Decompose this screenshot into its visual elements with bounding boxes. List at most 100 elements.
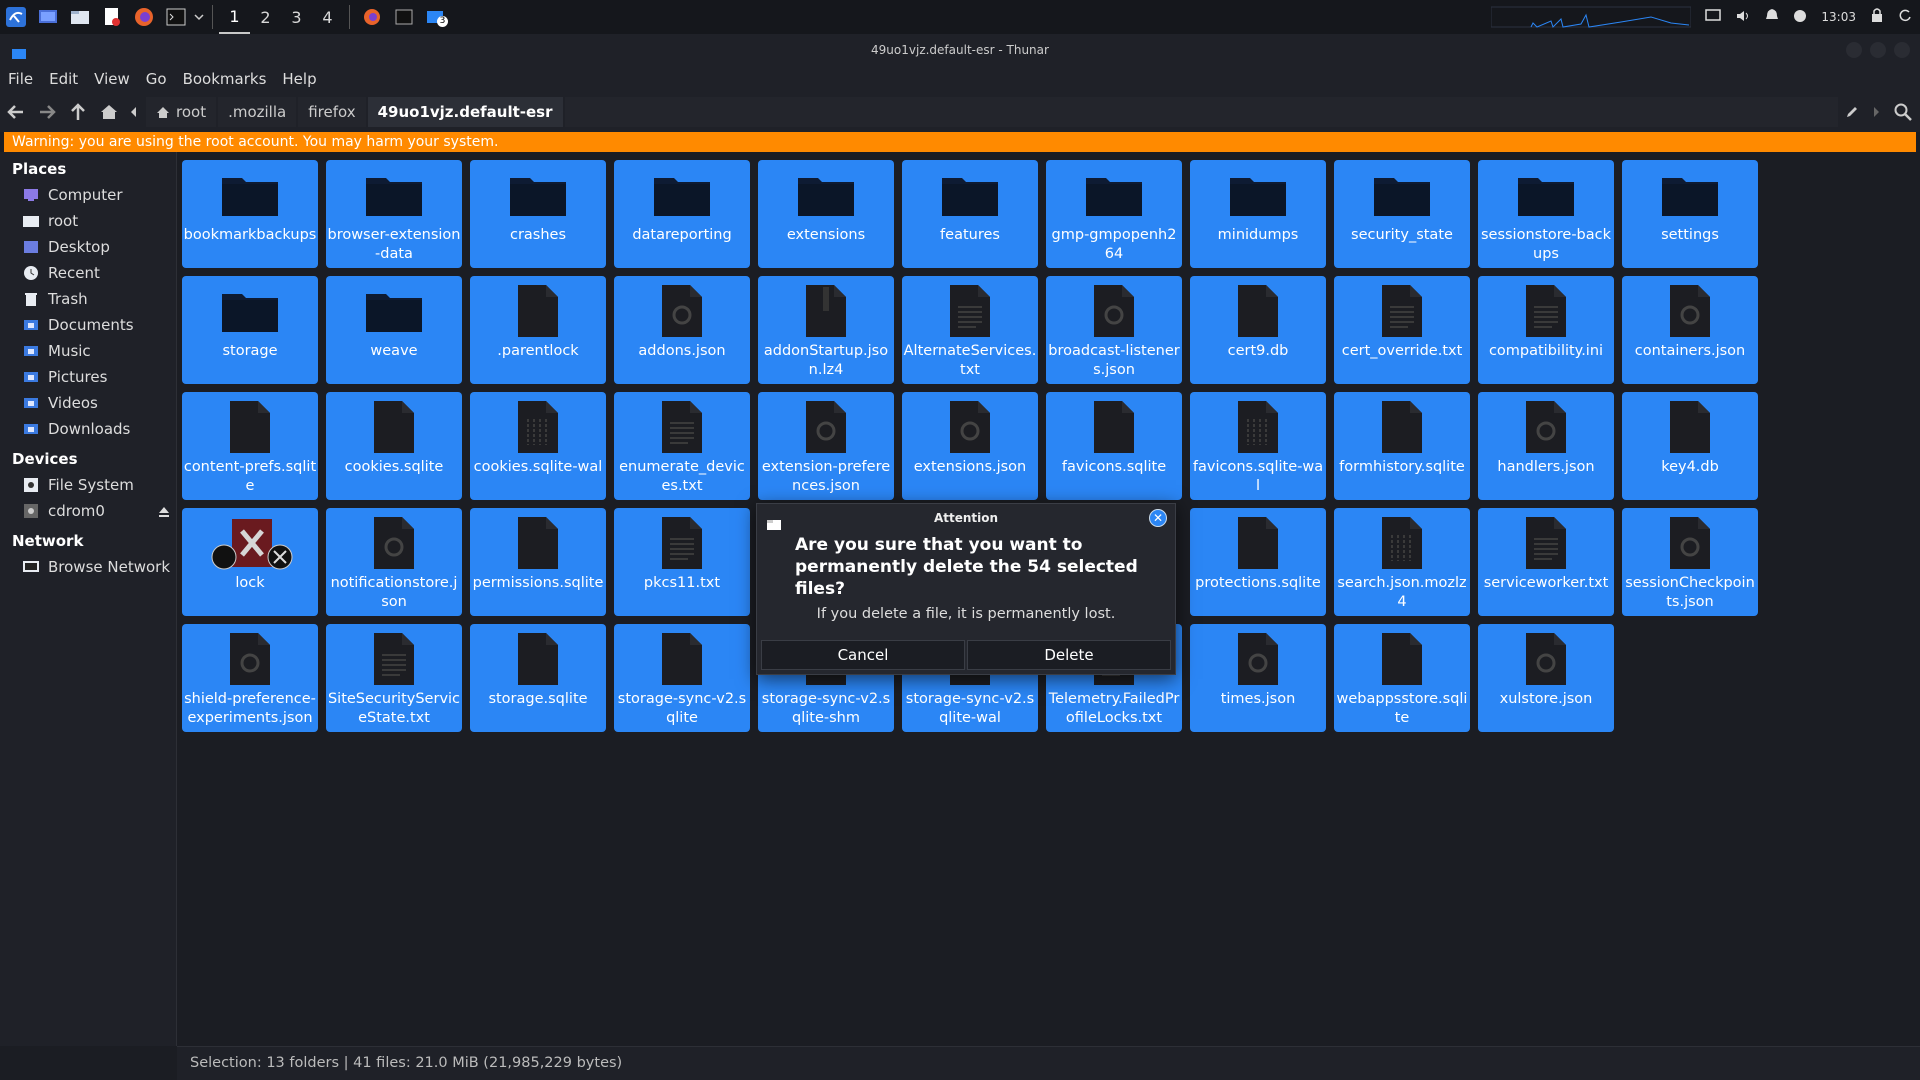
- folder-item[interactable]: storage: [182, 276, 318, 384]
- parent-folder-button[interactable]: [62, 92, 93, 132]
- file-item[interactable]: serviceworker.txt: [1478, 508, 1614, 616]
- file-item[interactable]: cookies.sqlite-wal: [470, 392, 606, 500]
- back-button[interactable]: [0, 92, 31, 132]
- file-item[interactable]: favicons.sqlite-wal: [1190, 392, 1326, 500]
- delete-button[interactable]: Delete: [967, 640, 1171, 670]
- breadcrumb-firefox[interactable]: firefox: [298, 97, 366, 127]
- sidebar-item-recent[interactable]: Recent: [0, 260, 176, 286]
- logout-icon[interactable]: [1898, 8, 1912, 27]
- file-item[interactable]: enumerate_devices.txt: [614, 392, 750, 500]
- file-item[interactable]: addonStartup.json.lz4: [758, 276, 894, 384]
- folder-item[interactable]: minidumps: [1190, 160, 1326, 268]
- breadcrumb-current[interactable]: 49uo1vjz.default-esr: [367, 97, 563, 127]
- file-item[interactable]: extension-preferences.json: [758, 392, 894, 500]
- edit-location-button[interactable]: [1838, 92, 1866, 132]
- folder-item[interactable]: datareporting: [614, 160, 750, 268]
- file-item[interactable]: storage-sync-v2.sqlite: [614, 624, 750, 732]
- file-item[interactable]: pkcs11.txt: [614, 508, 750, 616]
- thunar-window-icon[interactable]: 3: [420, 0, 452, 34]
- workspace-3[interactable]: 3: [281, 0, 312, 34]
- chevron-down-icon[interactable]: [192, 0, 206, 34]
- sidebar-item-trash[interactable]: Trash: [0, 286, 176, 312]
- menu-bookmarks[interactable]: Bookmarks: [183, 70, 267, 88]
- file-item[interactable]: handlers.json: [1478, 392, 1614, 500]
- file-item[interactable]: protections.sqlite: [1190, 508, 1326, 616]
- folder-item[interactable]: crashes: [470, 160, 606, 268]
- file-item[interactable]: containers.json: [1622, 276, 1758, 384]
- breadcrumb-scroll-right[interactable]: [1866, 92, 1886, 132]
- maximize-button[interactable]: [1870, 42, 1886, 58]
- file-item[interactable]: addons.json: [614, 276, 750, 384]
- sidebar-item-desktop[interactable]: Desktop: [0, 234, 176, 260]
- menu-file[interactable]: File: [8, 70, 33, 88]
- sidebar-item-root[interactable]: root: [0, 208, 176, 234]
- menu-view[interactable]: View: [94, 70, 130, 88]
- folder-item[interactable]: extensions: [758, 160, 894, 268]
- file-item[interactable]: .parentlock: [470, 276, 606, 384]
- folder-item[interactable]: security_state: [1334, 160, 1470, 268]
- firefox-window-icon[interactable]: [356, 0, 388, 34]
- file-item[interactable]: permissions.sqlite: [470, 508, 606, 616]
- folder-item[interactable]: bookmarkbackups: [182, 160, 318, 268]
- sidebar-item-videos[interactable]: Videos: [0, 390, 176, 416]
- dialog-titlebar[interactable]: Attention ✕: [757, 504, 1175, 532]
- file-manager-launcher-icon[interactable]: [64, 0, 96, 34]
- file-item[interactable]: notificationstore.json: [326, 508, 462, 616]
- breadcrumb-root[interactable]: root: [146, 97, 217, 127]
- breadcrumb-mozilla[interactable]: .mozilla: [218, 97, 297, 127]
- sidebar-item-file-system[interactable]: File System: [0, 472, 176, 498]
- file-item[interactable]: compatibility.ini: [1478, 276, 1614, 384]
- file-item[interactable]: cert9.db: [1190, 276, 1326, 384]
- firefox-launcher-icon[interactable]: [128, 0, 160, 34]
- file-item[interactable]: formhistory.sqlite: [1334, 392, 1470, 500]
- menu-help[interactable]: Help: [282, 70, 316, 88]
- file-item[interactable]: favicons.sqlite: [1046, 392, 1182, 500]
- sidebar-item-computer[interactable]: Computer: [0, 182, 176, 208]
- volume-icon[interactable]: [1735, 8, 1751, 27]
- workspace-1[interactable]: 1: [219, 0, 250, 34]
- file-item[interactable]: sessionCheckpoints.json: [1622, 508, 1758, 616]
- sidebar-item-downloads[interactable]: Downloads: [0, 416, 176, 442]
- file-item[interactable]: times.json: [1190, 624, 1326, 732]
- home-button[interactable]: [93, 92, 124, 132]
- cancel-button[interactable]: Cancel: [761, 640, 965, 670]
- forward-button[interactable]: [31, 92, 62, 132]
- folder-item[interactable]: settings: [1622, 160, 1758, 268]
- file-item[interactable]: lock: [182, 508, 318, 616]
- folder-item[interactable]: features: [902, 160, 1038, 268]
- file-item[interactable]: key4.db: [1622, 392, 1758, 500]
- window-titlebar[interactable]: 49uo1vjz.default-esr - Thunar: [0, 34, 1920, 66]
- file-item[interactable]: cookies.sqlite: [326, 392, 462, 500]
- text-editor-launcher-icon[interactable]: [96, 0, 128, 34]
- sidebar-item-documents[interactable]: Documents: [0, 312, 176, 338]
- sidebar-item-cdrom0[interactable]: cdrom0: [0, 498, 176, 524]
- sidebar-item-music[interactable]: Music: [0, 338, 176, 364]
- dialog-close-button[interactable]: ✕: [1149, 509, 1167, 527]
- eject-icon[interactable]: [158, 504, 170, 522]
- workspace-4[interactable]: 4: [312, 0, 343, 34]
- file-item[interactable]: SiteSecurityServiceState.txt: [326, 624, 462, 732]
- menu-edit[interactable]: Edit: [49, 70, 78, 88]
- sidebar-item-browse-network[interactable]: Browse Network: [0, 554, 176, 580]
- search-button[interactable]: [1886, 92, 1920, 132]
- file-item[interactable]: AlternateServices.txt: [902, 276, 1038, 384]
- file-item[interactable]: storage.sqlite: [470, 624, 606, 732]
- breadcrumb-scroll-left[interactable]: [124, 92, 144, 132]
- file-item[interactable]: broadcast-listeners.json: [1046, 276, 1182, 384]
- workspace-2[interactable]: 2: [250, 0, 281, 34]
- file-item[interactable]: xulstore.json: [1478, 624, 1614, 732]
- notification-bell-icon[interactable]: [1765, 7, 1779, 27]
- close-button[interactable]: [1894, 42, 1910, 58]
- show-desktop-icon[interactable]: [32, 0, 64, 34]
- location-bar-empty[interactable]: [564, 97, 1838, 127]
- sidebar-item-pictures[interactable]: Pictures: [0, 364, 176, 390]
- file-item[interactable]: cert_override.txt: [1334, 276, 1470, 384]
- folder-item[interactable]: sessionstore-backups: [1478, 160, 1614, 268]
- display-icon[interactable]: [1705, 8, 1722, 27]
- clock[interactable]: 13:03: [1821, 10, 1856, 24]
- lock-screen-icon[interactable]: [1870, 7, 1884, 27]
- kali-menu-icon[interactable]: [0, 0, 32, 34]
- file-item[interactable]: webappsstore.sqlite: [1334, 624, 1470, 732]
- folder-item[interactable]: browser-extension-data: [326, 160, 462, 268]
- terminal-launcher-icon[interactable]: [160, 0, 192, 34]
